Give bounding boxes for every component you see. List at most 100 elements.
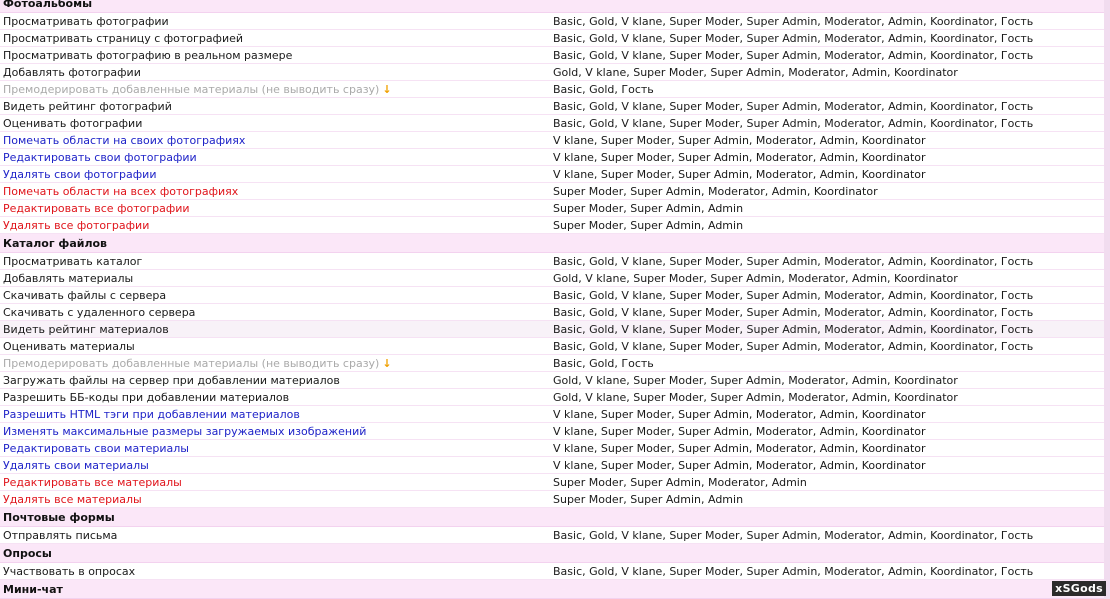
- section-header: Каталог файлов: [0, 234, 1104, 253]
- permission-row: Редактировать все материалы Super Moder, …: [0, 474, 1104, 491]
- permission-name: Просматривать каталог: [3, 255, 142, 268]
- permission-groups: Super Moder, Super Admin, Moderator, Adm…: [553, 476, 807, 489]
- permission-groups: Basic, Gold, V klane, Super Moder, Super…: [553, 289, 1034, 302]
- permission-row: Скачивать файлы с сервера Basic, Gold, V …: [0, 287, 1104, 304]
- permission-groups: V klane, Super Moder, Super Admin, Moder…: [553, 425, 926, 438]
- permission-groups: Basic, Gold, V klane, Super Moder, Super…: [553, 100, 1034, 113]
- permission-row: Помечать области на всех фотографиях Supe…: [0, 183, 1104, 200]
- section-title: Фотоальбомы: [3, 0, 93, 10]
- permission-groups: Basic, Gold, V klane, Super Moder, Super…: [553, 323, 1034, 336]
- section-header: Мини-чат: [0, 580, 1104, 599]
- permission-label: Удалять свои материалы: [3, 459, 149, 472]
- permission-label: Скачивать файлы с сервера: [3, 289, 167, 302]
- permission-groups: Basic, Gold, V klane, Super Moder, Super…: [553, 117, 1034, 130]
- permission-name: Добавлять материалы: [3, 272, 133, 285]
- permission-name: Редактировать свои фотографии: [3, 151, 197, 164]
- permission-label: Премодерировать добавленные материалы (н…: [3, 357, 380, 370]
- scrollbar[interactable]: [1104, 0, 1110, 599]
- permission-groups: Gold, V klane, Super Moder, Super Admin,…: [553, 374, 958, 387]
- permission-label: Просматривать каталог: [3, 255, 143, 268]
- permission-name: Загружать файлы на сервер при добавлении…: [3, 374, 340, 387]
- permission-label: Удалять свои фотографии: [3, 168, 157, 181]
- permission-row: Просматривать фотографии Basic, Gold, V k…: [0, 13, 1104, 30]
- permission-label: Редактировать все материалы: [3, 476, 182, 489]
- permission-name: Просматривать фотографии: [3, 15, 169, 28]
- permission-name: Разрешить HTML тэги при добавлении матер…: [3, 408, 300, 421]
- permission-label: Просматривать фотографию в реальном разм…: [3, 49, 293, 62]
- permission-groups: Basic, Gold, V klane, Super Moder, Super…: [553, 565, 1034, 578]
- permission-groups: V klane, Super Moder, Super Admin, Moder…: [553, 442, 926, 455]
- permission-label: Добавлять фотографии: [3, 66, 141, 79]
- permission-groups: V klane, Super Moder, Super Admin, Moder…: [553, 408, 926, 421]
- permission-groups: Super Moder, Super Admin, Admin: [553, 219, 744, 232]
- permission-label: Премодерировать добавленные материалы (н…: [3, 83, 380, 96]
- permission-row: Редактировать свои материалы V klane, Sup…: [0, 440, 1104, 457]
- arrow-down-icon: ↓: [382, 83, 392, 96]
- permission-row: Премодерировать добавленные материалы (н…: [0, 81, 1104, 98]
- permission-groups: Super Moder, Super Admin, Admin: [553, 202, 744, 215]
- permission-name: Просматривать страницу с фотографией: [3, 32, 243, 45]
- permission-row: Удалять свои материалы V klane, Super Mod…: [0, 457, 1104, 474]
- permission-groups: Super Moder, Super Admin, Moderator, Adm…: [553, 185, 878, 198]
- permission-groups: Basic, Gold, V klane, Super Moder, Super…: [553, 15, 1034, 28]
- permission-name: Помечать области на своих фотографиях: [3, 134, 245, 147]
- permission-name: Удалять все материалы: [3, 493, 142, 506]
- permission-row: Добавлять фотографии Gold, V klane, Super…: [0, 64, 1104, 81]
- permission-groups: Super Moder, Super Admin, Admin: [553, 493, 744, 506]
- section-title: Опросы: [3, 547, 52, 560]
- permission-row: Удалять все материалы Super Moder, Super …: [0, 491, 1104, 508]
- permission-label: Удалять все материалы: [3, 493, 142, 506]
- permission-row: Помечать области на своих фотографиях V k…: [0, 132, 1104, 149]
- permission-label: Загружать файлы на сервер при добавлении…: [3, 374, 340, 387]
- permission-groups: Basic, Gold, V klane, Super Moder, Super…: [553, 529, 1034, 542]
- permission-row: Видеть рейтинг фотографий Basic, Gold, V …: [0, 98, 1104, 115]
- permission-groups: V klane, Super Moder, Super Admin, Moder…: [553, 151, 926, 164]
- permission-row: Редактировать все фотографии Super Moder,…: [0, 200, 1104, 217]
- permission-name: Разрешить ББ-коды при добавлении материа…: [3, 391, 289, 404]
- permission-row: Просматривать каталог Basic, Gold, V klan…: [0, 253, 1104, 270]
- permission-row: Изменять максимальные размеры загружаемы…: [0, 423, 1104, 440]
- permission-label: Участвовать в опросах: [3, 565, 136, 578]
- permission-row: Удалять свои фотографии V klane, Super Mo…: [0, 166, 1104, 183]
- permission-label: Разрешить HTML тэги при добавлении матер…: [3, 408, 300, 421]
- permission-name: Редактировать все фотографии: [3, 202, 190, 215]
- permission-row: Загружать файлы на сервер при добавлении…: [0, 372, 1104, 389]
- permission-label: Изменять максимальные размеры загружаемы…: [3, 425, 367, 438]
- permission-row: Отправлять письма Basic, Gold, V klane, S…: [0, 527, 1104, 544]
- permission-groups: V klane, Super Moder, Super Admin, Moder…: [553, 459, 926, 472]
- permission-name: Отправлять письма: [3, 529, 117, 542]
- permission-label: Добавлять материалы: [3, 272, 134, 285]
- permission-row: Разрешить ББ-коды при добавлении материа…: [0, 389, 1104, 406]
- permission-label: Помечать области на всех фотографиях: [3, 185, 239, 198]
- section-header: Фотоальбомы: [0, 0, 1104, 13]
- permission-row: Оценивать фотографии Basic, Gold, V klane…: [0, 115, 1104, 132]
- permission-label: Редактировать все фотографии: [3, 202, 190, 215]
- permission-label: Просматривать фотографии: [3, 15, 169, 28]
- permission-label: Редактировать свои материалы: [3, 442, 189, 455]
- permission-name: Изменять максимальные размеры загружаемы…: [3, 425, 366, 438]
- permission-groups: V klane, Super Moder, Super Admin, Moder…: [553, 134, 926, 147]
- permission-name: Оценивать материалы: [3, 340, 135, 353]
- section-header: Почтовые формы: [0, 508, 1104, 527]
- permission-label: Помечать области на своих фотографиях: [3, 134, 246, 147]
- permission-row: Добавлять материалы Gold, V klane, Super …: [0, 270, 1104, 287]
- permission-label: Видеть рейтинг материалов: [3, 323, 169, 336]
- permission-row: Редактировать свои фотографии V klane, Su…: [0, 149, 1104, 166]
- permission-groups: Basic, Gold, V klane, Super Moder, Super…: [553, 32, 1034, 45]
- permission-row: Удалять все фотографии Super Moder, Super…: [0, 217, 1104, 234]
- permission-label: Видеть рейтинг фотографий: [3, 100, 172, 113]
- permission-groups: Basic, Gold, V klane, Super Moder, Super…: [553, 49, 1034, 62]
- permission-name: Видеть рейтинг фотографий: [3, 100, 172, 113]
- permission-name: Редактировать свои материалы: [3, 442, 189, 455]
- watermark-logo: xSGods: [1052, 581, 1106, 596]
- permission-groups: Basic, Gold, V klane, Super Moder, Super…: [553, 306, 1034, 319]
- permission-label: Просматривать страницу с фотографией: [3, 32, 244, 45]
- section-title: Мини-чат: [3, 583, 63, 596]
- permissions-table: Фотоальбомы Просматривать фотографии Basic…: [0, 0, 1104, 599]
- permission-name: Помечать области на всех фотографиях: [3, 185, 238, 198]
- permission-name: Скачивать с удаленного сервера: [3, 306, 195, 319]
- permission-name: Премодерировать добавленные материалы (н…: [3, 83, 392, 96]
- permission-label: Скачивать с удаленного сервера: [3, 306, 196, 319]
- arrow-down-icon: ↓: [382, 357, 392, 370]
- permission-name: Видеть рейтинг материалов: [3, 323, 169, 336]
